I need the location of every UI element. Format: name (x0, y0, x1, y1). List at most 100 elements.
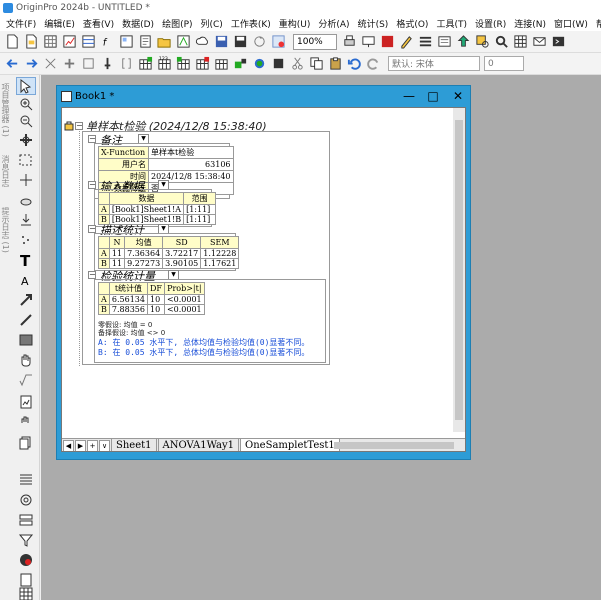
project-explorer-tab[interactable]: 项目管理器 (1) (1, 83, 11, 137)
open-template-icon[interactable] (175, 33, 192, 50)
vertical-scrollbar[interactable] (453, 108, 465, 432)
table-cell[interactable]: <0.0001 (163, 294, 205, 305)
rotate-text-icon[interactable]: A (16, 271, 36, 289)
table-cell[interactable]: [1:11] (183, 204, 217, 215)
close-button[interactable]: ✕ (449, 88, 467, 104)
table-cell[interactable]: 6.56134 (108, 294, 148, 305)
move-cells-icon[interactable] (42, 55, 59, 72)
math-tool-icon[interactable] (16, 371, 36, 389)
tab-onesamplettest1[interactable]: OneSampletTest1 (240, 439, 340, 451)
table-cell[interactable]: [Book1]Sheet1!A (108, 204, 185, 215)
insert-icon[interactable] (61, 55, 78, 72)
add-column-icon[interactable] (137, 55, 154, 72)
table-cell[interactable]: 3.90105 (162, 258, 202, 269)
new-layout-icon[interactable] (118, 33, 135, 50)
grid-icon[interactable] (16, 585, 36, 600)
smart-hint-log-tab[interactable]: 提示日志 (1) (1, 207, 11, 253)
menu-reshape[interactable]: 重构(U) (275, 17, 315, 30)
menu-worksheet[interactable]: 工作表(K) (227, 17, 275, 30)
project-explorer-icon[interactable] (455, 33, 472, 50)
open-icon[interactable] (156, 33, 173, 50)
table-cell[interactable]: 10 (146, 294, 165, 305)
redo-icon[interactable] (365, 55, 382, 72)
delete-column-icon[interactable] (194, 55, 211, 72)
new-notes-icon[interactable] (137, 33, 154, 50)
vertical-scroll-thumb[interactable] (455, 120, 463, 420)
menu-connect[interactable]: 连接(N) (510, 17, 550, 30)
book1-window[interactable]: Book1 * — □ ✕ − 单样本t检验 (2024/12/8 15:38:… (56, 85, 471, 460)
data-reader-tool-icon[interactable] (16, 171, 36, 189)
menu-edit[interactable]: 编辑(E) (40, 17, 79, 30)
bar-list-icon[interactable] (16, 470, 36, 488)
new-folder-icon[interactable] (23, 33, 40, 50)
new-graph-icon[interactable] (61, 33, 78, 50)
menu-statistics[interactable]: 统计(S) (354, 17, 393, 30)
draw-data-icon[interactable] (16, 191, 36, 209)
notes-expander[interactable]: − (88, 135, 96, 143)
scatter-points-icon[interactable] (16, 231, 36, 249)
undo-icon[interactable] (346, 55, 363, 72)
command-window-icon[interactable] (417, 33, 434, 50)
table-cell[interactable]: 11 (108, 248, 126, 259)
print-icon[interactable] (341, 33, 358, 50)
column-values-icon[interactable]: 123 (156, 55, 173, 72)
save-project-icon[interactable] (213, 33, 230, 50)
crosshair-icon[interactable] (16, 131, 36, 149)
report-expander[interactable]: − (75, 122, 83, 130)
resize-icon[interactable] (80, 55, 97, 72)
circle-target-icon[interactable] (16, 491, 36, 509)
refresh-icon[interactable] (270, 33, 287, 50)
results-log-icon[interactable] (436, 33, 453, 50)
notes-value[interactable]: 63106 (148, 158, 234, 171)
new-project-icon[interactable] (4, 33, 21, 50)
zoom-out-icon[interactable] (16, 112, 36, 130)
filter-icon[interactable] (16, 531, 36, 549)
desc-expander[interactable]: − (88, 225, 96, 233)
add-sheet-button[interactable]: + (87, 439, 98, 451)
menu-file[interactable]: 文件(F) (2, 17, 40, 30)
more-tools-icon[interactable] (550, 33, 567, 50)
new-function-icon[interactable]: f (99, 33, 116, 50)
region-select-icon[interactable] (16, 151, 36, 169)
font-combo[interactable]: 默认: 宋体 (388, 56, 480, 71)
annotation-icon[interactable] (16, 413, 36, 431)
mask-points-icon[interactable] (16, 211, 36, 229)
set-xy-icon[interactable] (175, 55, 192, 72)
zoom-combo[interactable]: 100% (293, 33, 337, 50)
menu-data[interactable]: 数据(D) (118, 17, 158, 30)
menu-format[interactable]: 格式(O) (392, 17, 432, 30)
hand-tool-icon[interactable] (16, 351, 36, 369)
sort-column-icon[interactable] (213, 55, 230, 72)
table-cell[interactable]: <0.0001 (163, 304, 205, 315)
cut-icon[interactable] (289, 55, 306, 72)
quick-help-icon[interactable] (493, 33, 510, 50)
maximize-button[interactable]: □ (424, 88, 442, 104)
table-cell[interactable]: 9.27273 (124, 258, 164, 269)
arrow-tool-icon[interactable] (16, 291, 36, 309)
cloud-icon[interactable] (194, 33, 211, 50)
table-cell[interactable]: [1:11] (183, 214, 217, 225)
font-size-combo[interactable]: 0 (484, 56, 524, 71)
table-cell[interactable]: 1.12228 (200, 248, 240, 259)
table-cell[interactable]: 3.72217 (162, 248, 202, 259)
menu-settings[interactable]: 设置(R) (471, 17, 510, 30)
zoom-in-icon[interactable] (16, 95, 36, 113)
data-reader-icon[interactable] (270, 55, 287, 72)
stack-icon[interactable] (16, 433, 36, 451)
rectangle-tool-icon[interactable] (16, 331, 36, 349)
tab-sheet1[interactable]: Sheet1 (111, 439, 157, 451)
table-cell[interactable]: 7.36364 (124, 248, 164, 259)
layer-icon[interactable] (16, 511, 36, 529)
input-expander[interactable]: − (88, 181, 96, 189)
table-cell[interactable]: 10 (146, 304, 165, 315)
save-window-icon[interactable] (232, 33, 249, 50)
script-window-icon[interactable] (398, 33, 415, 50)
stop-record-icon[interactable] (16, 551, 36, 569)
new-workbook-icon[interactable] (42, 33, 59, 50)
code-builder-icon[interactable] (379, 33, 396, 50)
notes-value[interactable]: 单样本t检验 (148, 146, 234, 159)
menu-analysis[interactable]: 分析(A) (314, 17, 353, 30)
new-matrix-icon[interactable] (80, 33, 97, 50)
add-plot-icon[interactable] (232, 55, 249, 72)
minimize-button[interactable]: — (400, 88, 418, 104)
